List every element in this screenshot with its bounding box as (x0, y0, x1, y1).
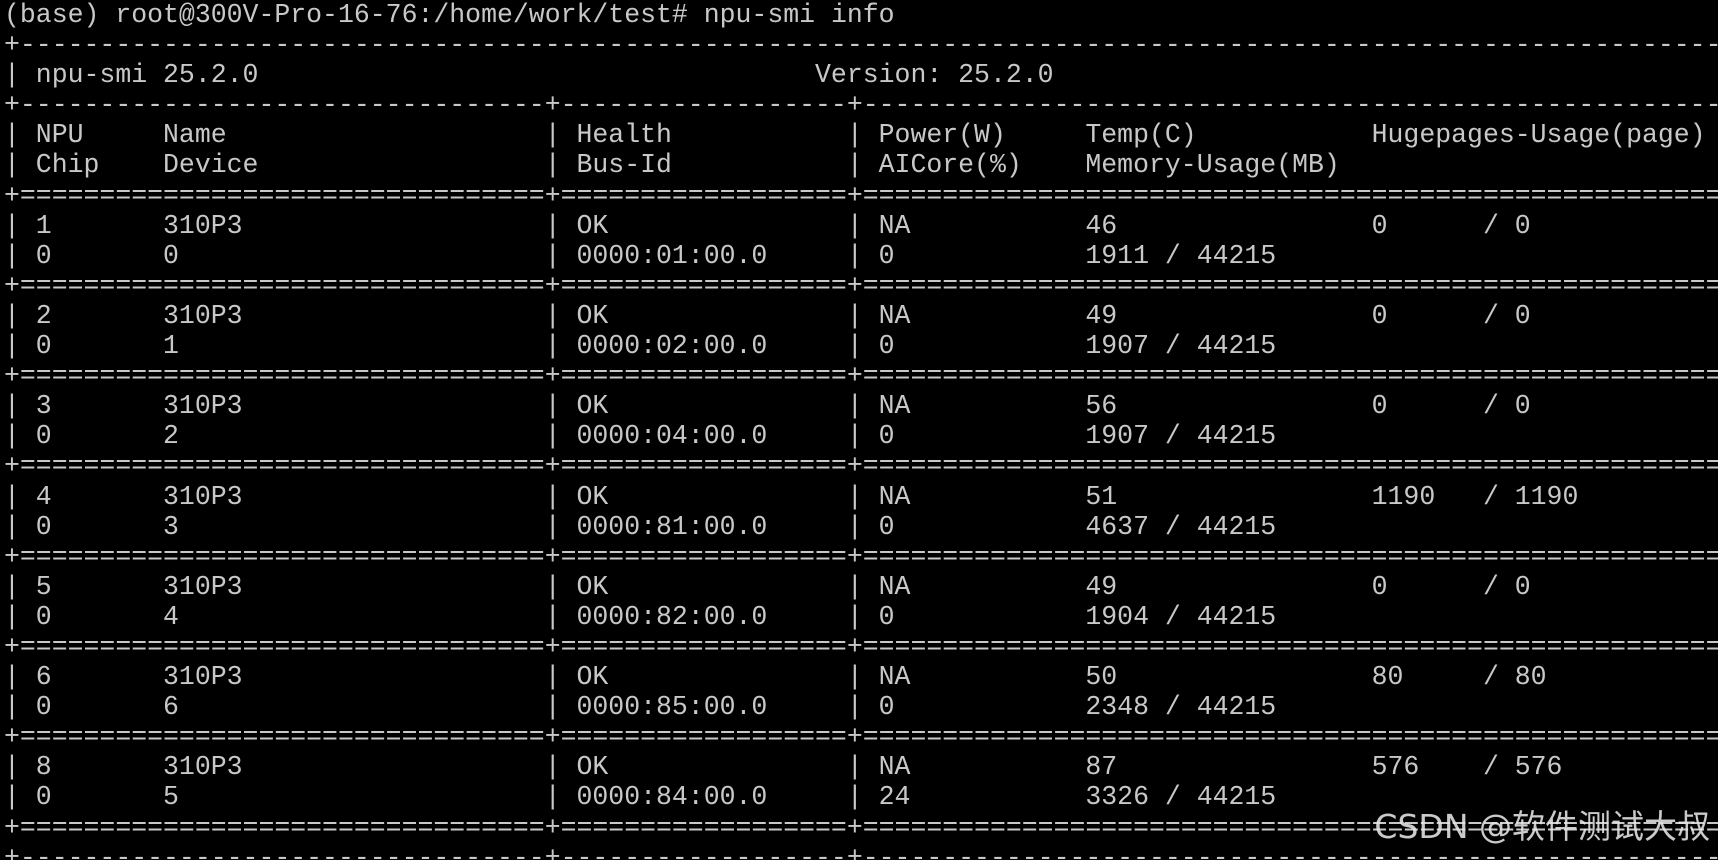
table-row: | 4 310P3 | OK | NA 51 1190 / 1190 | (4, 481, 1718, 512)
command-text: npu-smi info (703, 0, 895, 30)
table-row: | 2 310P3 | OK | NA 49 0 / 0 | (4, 300, 1718, 331)
table-separator: +=================================+=====… (4, 631, 1718, 662)
table-row: | 0 3 | 0000:81:00.0 | 0 4637 / 44215 | (4, 511, 1718, 542)
watermark: CSDN @软件测试大叔 (1374, 807, 1710, 846)
terminal-window[interactable]: (base) root@300V-Pro-16-76:/home/work/te… (0, 0, 1718, 860)
table-row: | 0 6 | 0000:85:00.0 | 0 2348 / 44215 | (4, 692, 1718, 723)
table-separator: +=================================+=====… (4, 361, 1718, 392)
shell-prompt: (base) root@300V-Pro-16-76:/home/work/te… (4, 0, 704, 30)
table-separator: +=================================+=====… (4, 722, 1718, 753)
header-row: | Chip Device | Bus-Id | AICore(%) Memor… (4, 150, 1718, 181)
table-separator: +=================================+=====… (4, 541, 1718, 572)
table-separator: +=================================+=====… (4, 180, 1718, 211)
header-row: | NPU Name | Health | Power(W) Temp(C) H… (4, 120, 1718, 151)
table-border-top: +---------------------------------------… (4, 30, 1718, 61)
table-row: | 1 310P3 | OK | NA 46 0 / 0 | (4, 210, 1718, 241)
table-separator: +=================================+=====… (4, 451, 1718, 482)
command-line[interactable]: (base) root@300V-Pro-16-76:/home/work/te… (4, 0, 1718, 30)
table-row: | 0 2 | 0000:04:00.0 | 0 1907 / 44215 | (4, 421, 1718, 452)
table-row: | 0 1 | 0000:02:00.0 | 0 1907 / 44215 | (4, 331, 1718, 362)
table-row: | 6 310P3 | OK | NA 50 80 / 80 | (4, 662, 1718, 693)
table-row: | 5 310P3 | OK | NA 49 0 / 0 | (4, 571, 1718, 602)
table-row: | 0 4 | 0000:82:00.0 | 0 1904 / 44215 | (4, 601, 1718, 632)
table-row: | 3 310P3 | OK | NA 56 0 / 0 | (4, 391, 1718, 422)
table-row: | 8 310P3 | OK | NA 87 576 / 576 | (4, 752, 1718, 783)
terminal-output: (base) root@300V-Pro-16-76:/home/work/te… (4, 0, 1718, 860)
table-separator: +=================================+=====… (4, 270, 1718, 301)
table-row: | 0 0 | 0000:01:00.0 | 0 1911 / 44215 | (4, 240, 1718, 271)
version-row: | npu-smi 25.2.0 Version: 25.2.0 | (4, 60, 1718, 91)
table-border: +---------------------------------+-----… (4, 90, 1718, 121)
